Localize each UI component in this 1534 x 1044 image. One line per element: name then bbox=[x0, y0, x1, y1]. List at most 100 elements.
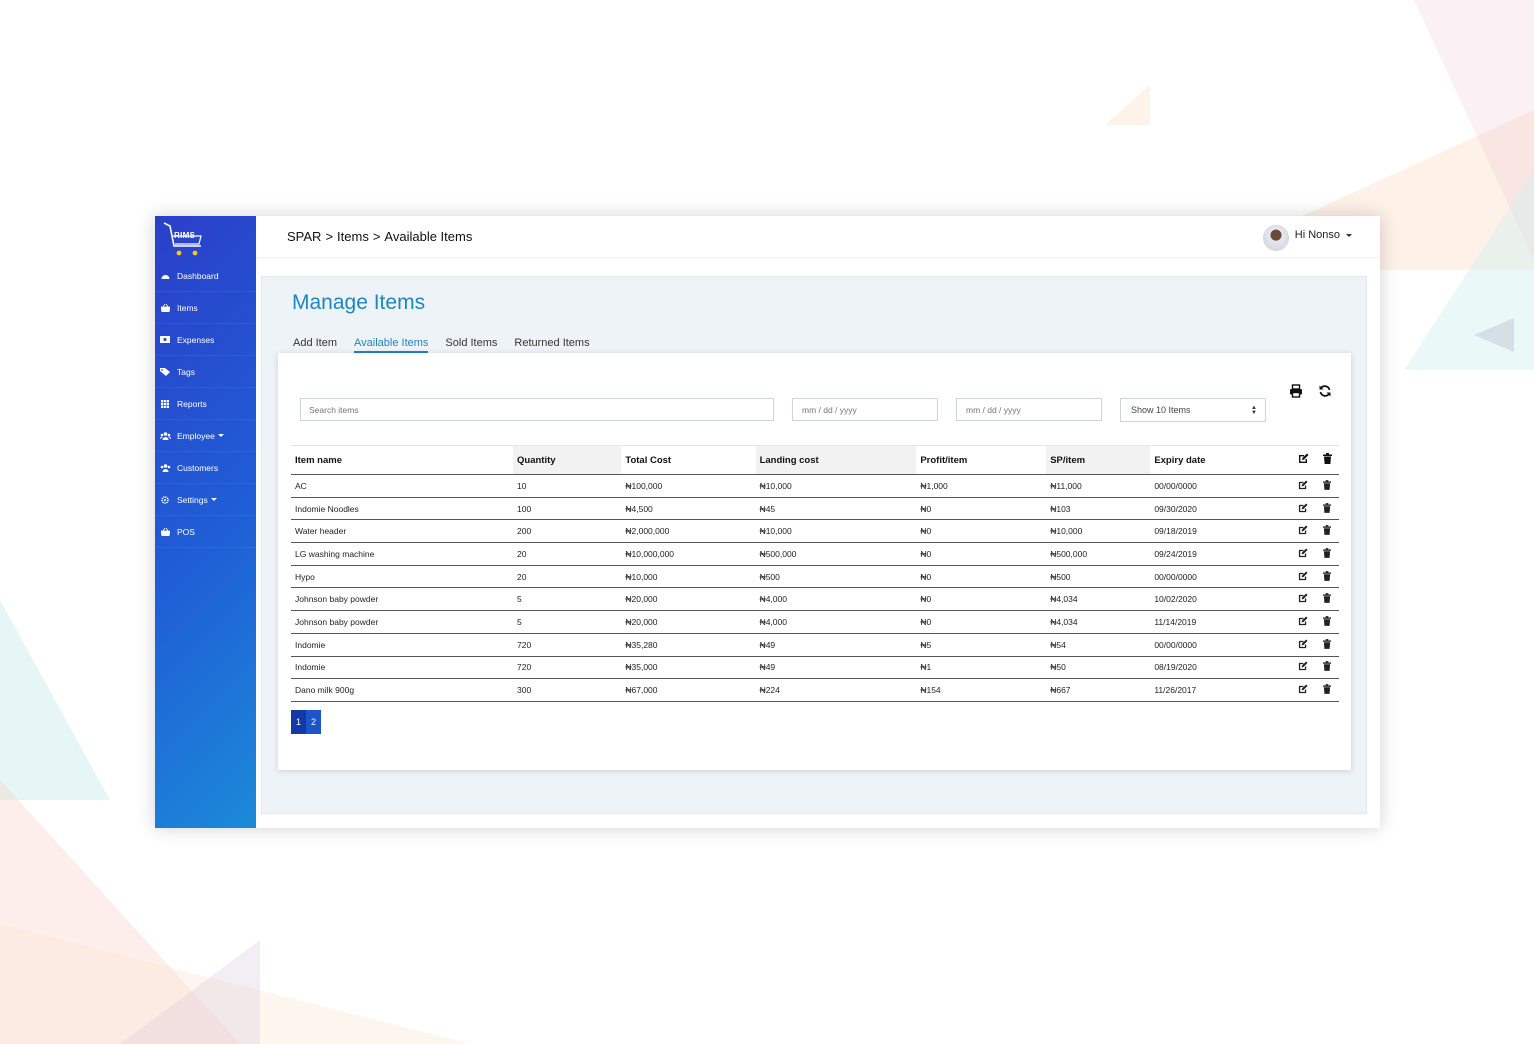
edit-icon[interactable] bbox=[1291, 497, 1315, 521]
trash-icon[interactable] bbox=[1315, 610, 1339, 634]
table-row: Dano milk 900g 300 ₦67,000 ₦224 ₦154 ₦667 11/2… bbox=[291, 678, 1339, 702]
sidebar-item-customers[interactable]: Customers bbox=[155, 452, 256, 484]
page-button-1[interactable]: 1 bbox=[291, 710, 306, 734]
table-cell: ₦10,000 bbox=[755, 519, 917, 544]
trash-icon[interactable] bbox=[1315, 542, 1339, 566]
table-cell: Indomie bbox=[291, 633, 514, 657]
basket-icon bbox=[158, 527, 172, 536]
sidebar: RIMS Dashboard Items Expenses Tags Repor… bbox=[155, 216, 256, 828]
sidebar-item-items[interactable]: Items bbox=[155, 292, 256, 324]
date-from-input[interactable] bbox=[792, 398, 938, 421]
edit-icon[interactable] bbox=[1291, 542, 1315, 566]
table-cell: ₦10,000 bbox=[621, 565, 756, 589]
user-greeting: Hi Nonso bbox=[1294, 229, 1340, 241]
trash-icon[interactable] bbox=[1315, 587, 1339, 612]
table-cell: 10 bbox=[513, 474, 622, 498]
sidebar-item-dashboard[interactable]: Dashboard bbox=[155, 260, 256, 292]
table-cell: ₦1 bbox=[916, 656, 1047, 680]
breadcrumb-separator: > bbox=[372, 229, 381, 244]
money-icon bbox=[158, 336, 172, 343]
trash-icon[interactable] bbox=[1315, 497, 1339, 521]
edit-icon[interactable] bbox=[1291, 565, 1315, 589]
table-cell: ₦500 bbox=[755, 565, 917, 589]
breadcrumb: SPAR > Items > Available Items bbox=[287, 229, 476, 244]
print-icon[interactable] bbox=[1289, 384, 1303, 398]
table-cell: ₦0 bbox=[916, 519, 1047, 544]
table-cell: ₦2,000,000 bbox=[621, 519, 756, 544]
edit-all-icon[interactable] bbox=[1291, 445, 1315, 475]
trash-icon[interactable] bbox=[1315, 474, 1339, 498]
table-cell: ₦20,000 bbox=[621, 587, 756, 612]
table-cell: 09/18/2019 bbox=[1150, 519, 1291, 544]
table-cell: ₦11,000 bbox=[1046, 474, 1151, 498]
trash-icon[interactable] bbox=[1315, 519, 1339, 544]
sidebar-nav: Dashboard Items Expenses Tags Reports Em… bbox=[155, 260, 256, 548]
tab-add-item[interactable]: Add Item bbox=[293, 337, 337, 353]
trash-icon[interactable] bbox=[1315, 565, 1339, 589]
logo[interactable]: RIMS bbox=[155, 216, 256, 260]
users-icon bbox=[158, 463, 172, 472]
table-cell: 5 bbox=[513, 587, 622, 612]
table-row: Indomie 720 ₦35,000 ₦49 ₦1 ₦50 08/19/2020 bbox=[291, 656, 1339, 680]
sidebar-item-tags[interactable]: Tags bbox=[155, 356, 256, 388]
trash-icon[interactable] bbox=[1315, 656, 1339, 680]
table-cell: ₦49 bbox=[755, 656, 917, 680]
table-cell: ₦54 bbox=[1046, 633, 1151, 657]
tab-available-items[interactable]: Available Items bbox=[354, 337, 429, 353]
table-cell: ₦10,000 bbox=[1046, 519, 1151, 544]
edit-icon[interactable] bbox=[1291, 678, 1315, 702]
table-cell: ₦224 bbox=[755, 678, 917, 702]
table-cell: ₦0 bbox=[916, 587, 1047, 612]
sidebar-item-pos[interactable]: POS bbox=[155, 516, 256, 548]
table-cell: 09/30/2020 bbox=[1150, 497, 1291, 521]
table-cell: 09/24/2019 bbox=[1150, 542, 1291, 566]
sidebar-item-employee[interactable]: Employee bbox=[155, 420, 256, 452]
sidebar-item-reports[interactable]: Reports bbox=[155, 388, 256, 420]
table-cell: 20 bbox=[513, 565, 622, 589]
edit-icon[interactable] bbox=[1291, 587, 1315, 612]
dashboard-icon bbox=[158, 272, 172, 280]
edit-icon[interactable] bbox=[1291, 610, 1315, 634]
user-menu[interactable]: Hi Nonso bbox=[1262, 225, 1352, 251]
edit-icon[interactable] bbox=[1291, 633, 1315, 657]
chevron-down-icon bbox=[1346, 234, 1352, 237]
table-cell: ₦500,000 bbox=[755, 542, 917, 566]
table-header-row: Item name Quantity Total Cost Landing co… bbox=[291, 445, 1339, 475]
edit-icon[interactable] bbox=[1291, 474, 1315, 498]
trash-icon[interactable] bbox=[1315, 633, 1339, 657]
column-header: Item name bbox=[291, 445, 514, 475]
table-cell: 11/14/2019 bbox=[1150, 610, 1291, 634]
table-cell: 11/26/2017 bbox=[1150, 678, 1291, 702]
date-to-input[interactable] bbox=[956, 398, 1102, 421]
content-panel: Manage Items Add Item Available Items So… bbox=[261, 276, 1367, 814]
table-row: Hypo 20 ₦10,000 ₦500 ₦0 ₦500 00/00/0000 bbox=[291, 565, 1339, 589]
table-cell: ₦35,280 bbox=[621, 633, 756, 657]
table-cell: 300 bbox=[513, 678, 622, 702]
column-header: Expiry date bbox=[1150, 445, 1291, 475]
breadcrumb-items[interactable]: Items bbox=[337, 229, 369, 244]
page-button-2[interactable]: 2 bbox=[306, 710, 321, 734]
trash-icon[interactable] bbox=[1315, 678, 1339, 702]
delete-all-icon[interactable] bbox=[1315, 445, 1339, 475]
gear-icon bbox=[158, 495, 172, 504]
tab-returned-items[interactable]: Returned Items bbox=[514, 337, 589, 353]
edit-icon[interactable] bbox=[1291, 656, 1315, 680]
table-cell: ₦4,034 bbox=[1046, 587, 1151, 612]
column-header: SP/item bbox=[1046, 445, 1151, 475]
sidebar-item-expenses[interactable]: Expenses bbox=[155, 324, 256, 356]
search-input[interactable] bbox=[300, 398, 774, 421]
sidebar-item-settings[interactable]: Settings bbox=[155, 484, 256, 516]
chevron-down-icon bbox=[217, 434, 224, 437]
table-row: Indomie 720 ₦35,280 ₦49 ₦5 ₦54 00/00/0000 bbox=[291, 633, 1339, 657]
breadcrumb-spar[interactable]: SPAR bbox=[287, 229, 321, 244]
table-cell: 100 bbox=[513, 497, 622, 521]
tab-sold-items[interactable]: Sold Items bbox=[445, 337, 497, 353]
logo-text: RIMS bbox=[174, 231, 196, 240]
table-row: LG washing machine 20 ₦10,000,000 ₦500,000 ₦… bbox=[291, 542, 1339, 566]
edit-icon[interactable] bbox=[1291, 519, 1315, 544]
page-size-select[interactable]: Show 10 Items ▲ ▼ bbox=[1120, 398, 1266, 422]
sidebar-item-label: Customers bbox=[177, 462, 219, 473]
column-header: Landing cost bbox=[755, 445, 917, 475]
refresh-icon[interactable] bbox=[1318, 384, 1332, 398]
table-cell: 720 bbox=[513, 656, 622, 680]
